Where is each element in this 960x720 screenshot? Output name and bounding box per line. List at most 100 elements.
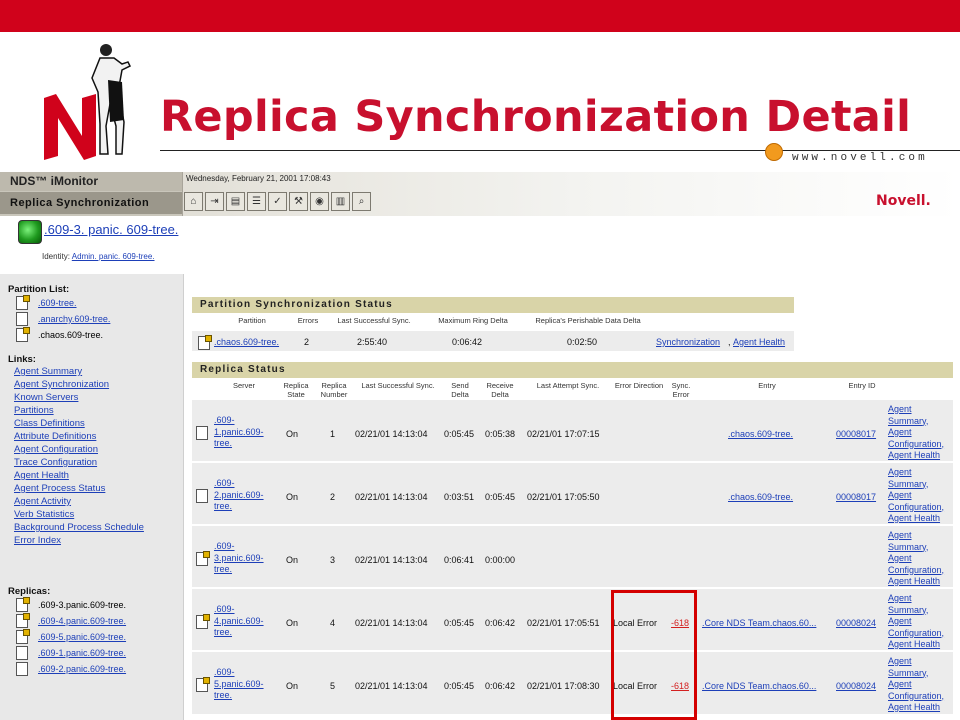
server-globe-icon (18, 220, 42, 244)
col-replica-state: Replica State (283, 381, 309, 399)
search-icon[interactable]: ⌕ (352, 192, 371, 211)
last-attempt: 02/21/01 17:07:15 (527, 429, 600, 439)
link-verb-statistics[interactable]: Verb Statistics (14, 509, 74, 520)
novell-n-logo (44, 94, 96, 160)
entry-link[interactable]: .chaos.609-tree. (728, 429, 793, 439)
partition-item: .chaos.609-tree. (16, 327, 103, 342)
link-agent-health[interactable]: Agent Health (14, 470, 69, 481)
col-replica-number: Replica Number (320, 381, 348, 399)
col-partition: Partition (238, 316, 266, 325)
server-link[interactable]: .609- 1.panic.609- tree. (214, 415, 264, 450)
replica-item[interactable]: .609-2.panic.609-tree. (16, 662, 126, 676)
last-attempt: 02/21/01 17:08:30 (527, 681, 600, 691)
partition-link[interactable]: .chaos.609-tree. (214, 337, 279, 347)
replica-row: .609- 4.panic.609- tree. On 4 02/21/01 14:… (192, 587, 953, 651)
replica-item[interactable]: .609-1.panic.609-tree. (16, 646, 126, 660)
replica-item[interactable]: .609-5.panic.609-tree. (16, 629, 126, 644)
left-nav: Partition List: .609-tree. .anarchy.609-… (0, 274, 184, 720)
link-separator: , (728, 337, 731, 347)
object-name[interactable]: .609-3. panic. 609-tree. (44, 222, 178, 237)
entry-id-link[interactable]: 00008017 (836, 492, 876, 502)
identity-link[interactable]: Admin. panic. 609-tree. (72, 252, 155, 261)
send-delta: 0:05:45 (444, 681, 475, 691)
agent-actions[interactable]: Agent Summary, Agent Configuration, Agent He… (888, 530, 944, 588)
globe-icon[interactable]: ◉ (310, 192, 329, 211)
last-sync: 02/21/01 14:13:04 (355, 618, 428, 628)
agent-actions[interactable]: Agent Summary, Agent Configuration, Agent He… (888, 467, 944, 525)
link-known-servers[interactable]: Known Servers (14, 392, 78, 403)
entry-id-link[interactable]: 00008017 (836, 429, 876, 439)
entry-link[interactable]: .chaos.609-tree. (728, 492, 793, 502)
agent-actions[interactable]: Agent Summary, Agent Configuration, Agent He… (888, 593, 944, 651)
link-agent-configuration[interactable]: Agent Configuration (14, 444, 98, 455)
link-partitions[interactable]: Partitions (14, 405, 54, 416)
replica-row: .609- 5.panic.609- tree. On 5 02/21/01 14:… (192, 650, 953, 714)
replica-icon (16, 646, 28, 660)
col-receive-delta: Receive Delta (486, 381, 514, 399)
replica-item[interactable]: .609-4.panic.609-tree. (16, 613, 126, 628)
replica-row: .609- 1.panic.609- tree. On 1 02/21/01 14:… (192, 398, 953, 462)
receive-delta: 0:05:45 (485, 492, 516, 502)
col-entry: Entry (758, 381, 776, 390)
link-trace-configuration[interactable]: Trace Configuration (14, 457, 97, 468)
agent-actions[interactable]: Agent Summary, Agent Configuration, Agent He… (888, 656, 944, 714)
replica-number: 5 (330, 681, 336, 691)
receive-delta: 0:06:42 (485, 618, 516, 628)
title-divider (160, 150, 960, 151)
link-agent-summary[interactable]: Agent Summary (14, 366, 82, 377)
replica-edit-icon (16, 613, 30, 628)
agent-actions[interactable]: Agent Summary, Agent Configuration, Agent He… (888, 404, 944, 462)
last-sync: 02/21/01 14:13:04 (355, 681, 428, 691)
report-list-icon[interactable]: ☰ (247, 192, 266, 211)
orange-dot-icon (765, 143, 783, 161)
replica-number: 3 (330, 555, 336, 565)
replica-row: .609- 2.panic.609- tree. On 2 02/21/01 14:… (192, 461, 953, 525)
entry-id-link[interactable]: 00008024 (836, 618, 876, 628)
report-icon[interactable]: ▥ (331, 192, 350, 211)
link-attribute-definitions[interactable]: Attribute Definitions (14, 431, 96, 442)
replica-number: 2 (330, 492, 336, 502)
link-error-index[interactable]: Error Index (14, 535, 61, 546)
last-sync: 02/21/01 14:13:04 (355, 429, 428, 439)
errors-value: 2 (304, 337, 310, 347)
novell-url: www.novell.com (792, 152, 928, 164)
partition-item[interactable]: .609-tree. (16, 295, 77, 310)
link-class-definitions[interactable]: Class Definitions (14, 418, 85, 429)
print-icon[interactable]: ▤ (226, 192, 245, 211)
col-last-attempt-sync: Last Attempt Sync. (536, 381, 600, 390)
last-sync: 02/21/01 14:13:04 (355, 555, 428, 565)
agent-health-link[interactable]: Agent Health (733, 337, 785, 347)
last-sync-value: 2:55:40 (357, 337, 388, 347)
exit-icon[interactable]: ⇥ (205, 192, 224, 211)
col-perishable-delta: Replica's Perishable Data Delta (535, 316, 641, 325)
replica-state: On (286, 681, 299, 691)
tools-icon[interactable]: ⚒ (289, 192, 308, 211)
partition-list-heading: Partition List: (8, 284, 70, 295)
entry-link[interactable]: .Core NDS Team.chaos.60... (702, 681, 816, 691)
server-edit-icon (196, 677, 210, 692)
partition-edit-icon (198, 335, 212, 350)
entry-id-link[interactable]: 00008024 (836, 681, 876, 691)
col-last-successful-sync: Last Successful Sync. (361, 381, 435, 390)
receive-delta: 0:00:00 (485, 555, 516, 565)
replica-state: On (286, 429, 299, 439)
server-link[interactable]: .609- 5.panic.609- tree. (214, 667, 264, 702)
check-icon[interactable]: ✓ (268, 192, 287, 211)
partition-item[interactable]: .anarchy.609-tree. (16, 312, 110, 326)
novell-logo: Novell. (876, 193, 931, 209)
home-icon[interactable]: ⌂ (184, 192, 203, 211)
last-sync: 02/21/01 14:13:04 (355, 492, 428, 502)
entry-link[interactable]: .Core NDS Team.chaos.60... (702, 618, 816, 628)
send-delta: 0:03:51 (444, 492, 475, 502)
send-delta: 0:05:45 (444, 429, 475, 439)
server-link[interactable]: .609- 4.panic.609- tree. (214, 604, 264, 639)
partition-edit-icon (16, 327, 30, 342)
link-background-process-schedule[interactable]: Background Process Schedule (14, 522, 144, 533)
link-agent-process-status[interactable]: Agent Process Status (14, 483, 105, 494)
link-agent-synchronization[interactable]: Agent Synchronization (14, 379, 109, 390)
main-content: Partition Synchronization Status Partiti… (184, 274, 960, 720)
synchronization-link[interactable]: Synchronization (656, 337, 720, 347)
server-link[interactable]: .609- 3.panic.609- tree. (214, 541, 264, 576)
server-link[interactable]: .609- 2.panic.609- tree. (214, 478, 264, 513)
link-agent-activity[interactable]: Agent Activity (14, 496, 71, 507)
